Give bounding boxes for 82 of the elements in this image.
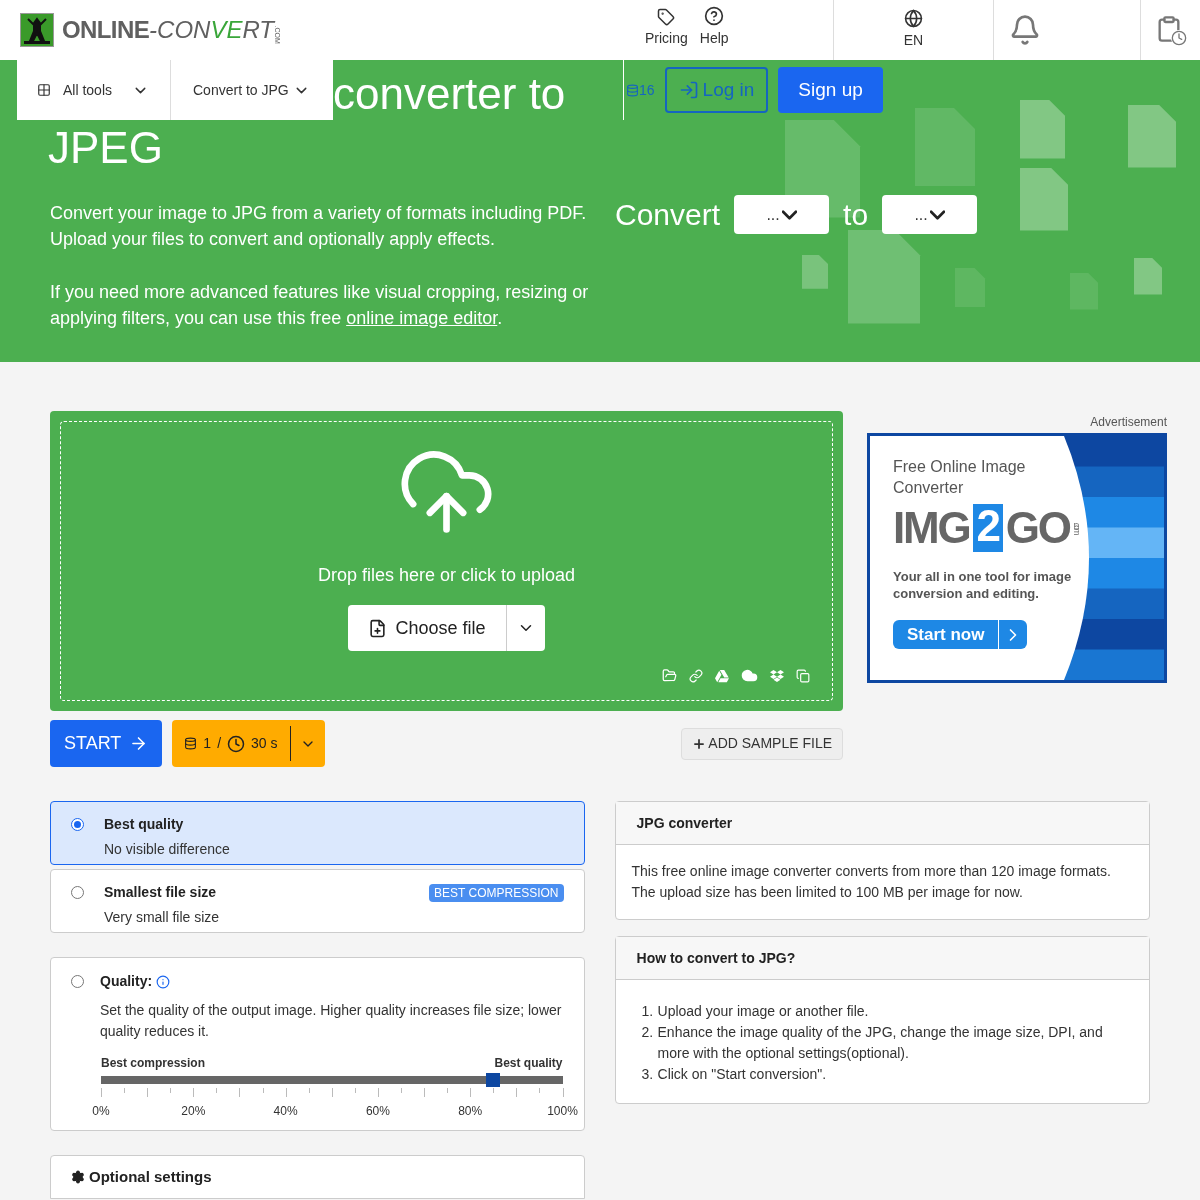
tag-icon	[657, 8, 676, 26]
radio-button[interactable]	[71, 886, 84, 899]
clock-icon	[227, 734, 246, 753]
convert-label: Convert	[615, 197, 721, 233]
quality-description: Set the quality of the output image. Higher quality increases file size; lower quality reduces it.	[100, 1001, 563, 1041]
target-format-select[interactable]: ...	[882, 195, 978, 234]
ad-headline: Free Online Image Converter	[893, 457, 1027, 498]
grid-icon	[37, 83, 51, 97]
step-number: 1.	[641, 1002, 655, 1021]
help-icon	[704, 6, 725, 26]
chevron-down-icon	[929, 209, 945, 220]
cloud-icon[interactable]	[741, 667, 758, 684]
tick-label: 0%	[92, 1103, 110, 1120]
separator-text: /	[217, 734, 222, 753]
tick-label: 80%	[458, 1103, 483, 1120]
option-subtitle: No visible difference	[104, 840, 231, 859]
start-button[interactable]: START	[50, 720, 163, 767]
time-cost: 30 s	[251, 734, 278, 753]
nav-link[interactable]: Pricing	[645, 8, 688, 49]
ad-banner[interactable]: Free Online Image Converter IMG 2GO .com Your all in one tool for image conversion and editing. Start now	[867, 433, 1167, 683]
brand-text: GO	[1005, 506, 1070, 550]
brand-text: IMG	[893, 506, 970, 550]
compression-badge: BEST COMPRESSION	[429, 884, 564, 902]
option-card[interactable]: Best quality No visible difference	[50, 801, 585, 865]
copy-icon[interactable]	[796, 668, 810, 683]
signup-button[interactable]: Sign up	[778, 67, 883, 113]
card-title: JPG converter	[636, 813, 733, 833]
tick-label: 20%	[181, 1103, 206, 1120]
step-text: Upload your image or another file.	[657, 1002, 869, 1021]
info-icon[interactable]	[156, 974, 171, 989]
brand-suffix: .com	[1071, 522, 1081, 534]
editor-text: If you need more advanced features like visual cropping, resizing or applying filters, you can use this free online image editor.	[50, 281, 590, 330]
link-icon[interactable]	[689, 668, 703, 683]
logo-icon	[20, 13, 54, 47]
to-label: to	[843, 197, 869, 233]
plus-icon	[692, 736, 707, 751]
chevron-down-icon	[781, 209, 797, 220]
ad-tagline: Your all in one tool for image conversion and editing.	[893, 568, 1073, 602]
gear-icon	[71, 1170, 85, 1184]
login-icon	[678, 80, 699, 100]
optional-settings-header[interactable]: Optional settings	[50, 1155, 585, 1199]
radio-button[interactable]	[71, 818, 84, 831]
credits-count: 16	[639, 80, 655, 100]
quality-slider[interactable]	[101, 1076, 563, 1084]
slider-min-label: Best compression	[101, 1055, 206, 1072]
add-sample-button[interactable]: ADD SAMPLE FILE	[681, 727, 843, 760]
option-title: Smallest file size	[104, 883, 218, 902]
page-title: converter to	[333, 72, 566, 116]
credit-cost: 1	[203, 734, 212, 753]
card-title: How to convert to JPG?	[636, 948, 796, 968]
drop-hint: Drop files here or click to upload	[317, 564, 576, 587]
tick-label: 100%	[547, 1103, 578, 1120]
source-format-select[interactable]: ...	[734, 195, 830, 234]
nav-dropdown[interactable]: Convert to JPG	[171, 60, 332, 120]
option-card[interactable]: Smallest file size Very small file size BEST COMPRESSION	[50, 869, 585, 933]
tick-label: 60%	[365, 1103, 390, 1120]
file-plus-icon	[368, 618, 388, 638]
slider-thumb[interactable]	[486, 1073, 501, 1087]
tick-label: 40%	[273, 1103, 298, 1120]
step-number: 2.	[641, 1023, 655, 1042]
radio-button[interactable]	[71, 975, 84, 988]
intro-text: Convert your image to JPG from a variety of formats including PDF. Upload your files to convert and optionally apply effects.	[50, 202, 588, 251]
start-now-button[interactable]: Start now	[893, 620, 1028, 649]
drive-icon[interactable]	[715, 668, 729, 683]
quality-label: Quality:	[100, 972, 153, 991]
folder-icon[interactable]	[662, 668, 677, 683]
step-text: Click on "Start conversion".	[657, 1065, 827, 1084]
upload-area[interactable]: Drop files here or click to upload Choose file	[50, 411, 843, 711]
option-subtitle: Very small file size	[104, 908, 221, 927]
language-button[interactable]: EN	[903, 9, 924, 51]
dropbox-icon[interactable]	[770, 668, 784, 683]
slider-max-label: Best quality	[494, 1055, 563, 1072]
card-text: This free online image converter converts from more than 120 image formats. The upload size has been limited to 100 MB per image for now.	[630, 862, 1112, 902]
step-number: 3.	[641, 1065, 655, 1084]
step-text: Enhance the image quality of the JPG, change the image size, DPI, and more with the optional settings(optional).	[657, 1023, 1104, 1063]
nav-dropdown[interactable]: All tools	[17, 60, 171, 120]
option-title: Best quality	[104, 815, 185, 834]
nav-link[interactable]: Help	[699, 6, 729, 49]
advertisement-label: Advertisement	[1089, 414, 1167, 431]
page-title: JPEG	[48, 126, 164, 170]
notifications-icon[interactable]	[1009, 14, 1041, 46]
brand-number: 2	[972, 504, 1003, 552]
